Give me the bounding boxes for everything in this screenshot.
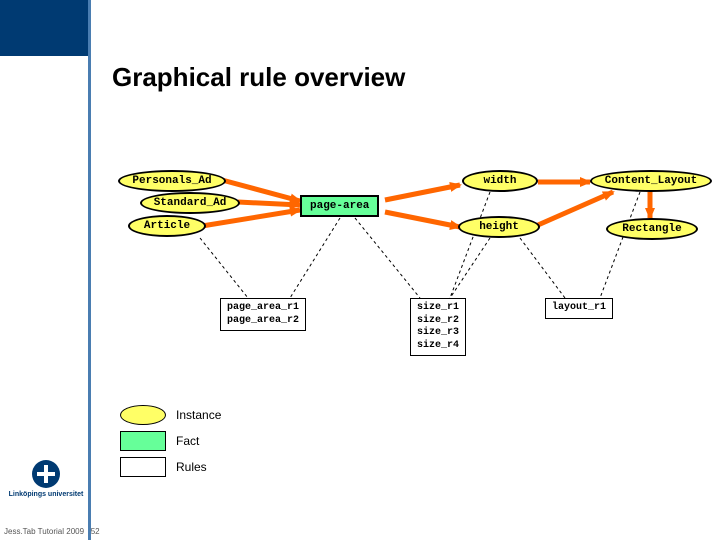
university-logo: Linköpings universitet [16,460,76,498]
legend-fact: Fact [120,431,280,451]
rules-layout: layout_r1 [545,298,613,319]
node-article: Article [128,215,206,237]
ellipse-icon [120,405,166,425]
node-height: height [458,216,540,238]
legend-rules: Rules [120,457,280,477]
rect-icon [120,431,166,451]
rules-size: size_r1 size_r2 size_r3 size_r4 [410,298,466,356]
node-width: width [462,170,538,192]
footer-note: Jess.Tab Tutorial 2009 52 [4,527,100,536]
seal-icon [32,460,60,488]
node-personals-ad: Personals_Ad [118,170,226,192]
node-standard-ad: Standard_Ad [140,192,240,214]
legend-instance: Instance [120,405,280,425]
arrows-layer [0,0,720,540]
node-page-area: page-area [300,195,379,217]
node-rectangle: Rectangle [606,218,698,240]
rules-page-area: page_area_r1 page_area_r2 [220,298,306,331]
node-content-layout: Content_Layout [590,170,712,192]
box-icon [120,457,166,477]
legend: Instance Fact Rules [120,405,280,483]
